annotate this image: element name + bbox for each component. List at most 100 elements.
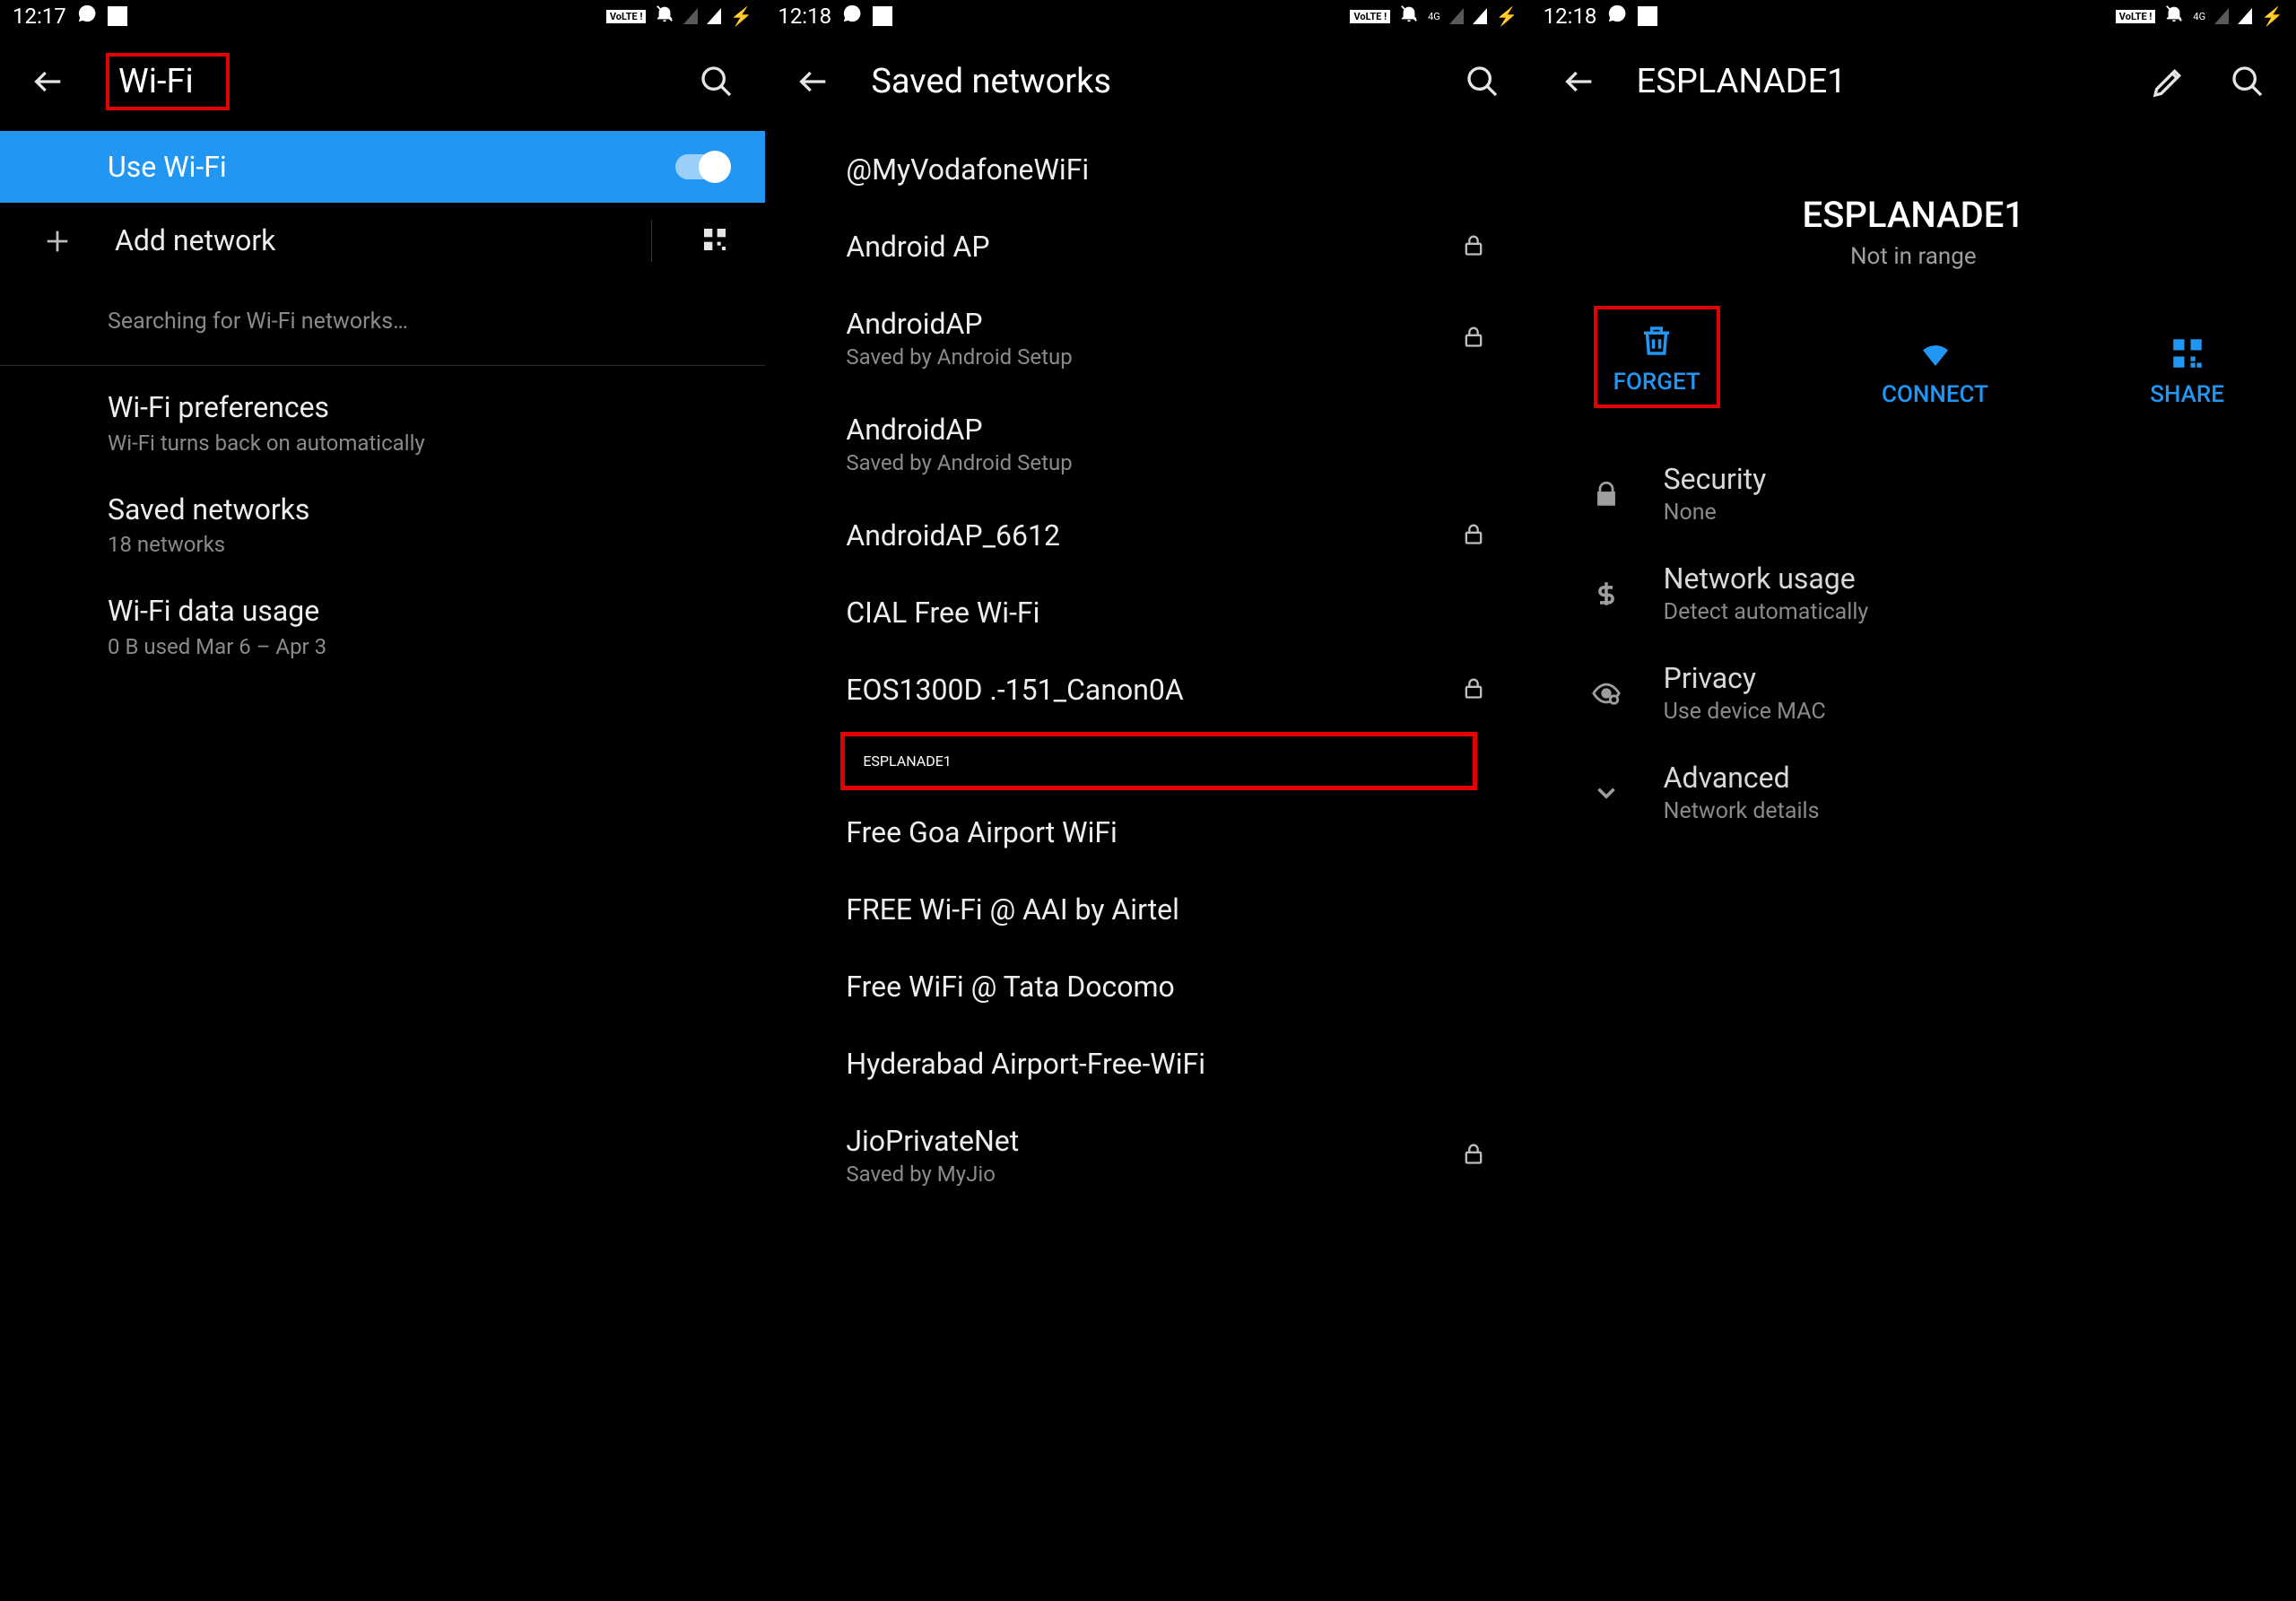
lock-icon [1461, 1141, 1486, 1170]
notification-icon [1638, 6, 1657, 26]
trash-icon [1638, 322, 1675, 360]
volte-badge: VoLTE ! [606, 10, 647, 23]
network-row[interactable]: @MyVodafoneWiFi [765, 131, 1530, 208]
network-name: ESPLANADE1 [863, 753, 1454, 770]
network-sub: Saved by Android Setup [846, 344, 1072, 370]
privacy-label: Privacy [1664, 661, 1826, 695]
privacy-row[interactable]: Privacy Use device MAC [1531, 643, 2296, 743]
app-bar: Wi-Fi [0, 32, 765, 131]
network-name: AndroidAP [846, 307, 1072, 341]
searching-label: Searching for Wi-Fi networks… [108, 309, 729, 335]
share-button[interactable]: SHARE [2150, 335, 2224, 408]
charging-icon: ⚡ [2261, 5, 2283, 27]
data-usage-row[interactable]: Wi-Fi data usage 0 B used Mar 6 – Apr 3 [0, 575, 765, 677]
network-sub: Saved by MyJio [846, 1162, 1019, 1187]
network-row[interactable]: AndroidAP Saved by Android Setup [765, 285, 1530, 391]
network-name: Free WiFi @ Tata Docomo [846, 970, 1174, 1004]
usage-row[interactable]: Network usage Detect automatically [1531, 544, 2296, 643]
forget-label: FORGET [1613, 369, 1700, 396]
qr-icon[interactable] [700, 225, 729, 257]
wifi-toggle[interactable] [675, 154, 729, 179]
network-row[interactable]: AndroidAP Saved by Android Setup [765, 391, 1530, 497]
prefs-secondary: Wi-Fi turns back on automatically [108, 431, 729, 456]
network-row[interactable]: EOS1300D .-151_Canon0A [765, 651, 1530, 728]
network-row-highlight[interactable]: ESPLANADE1 [840, 732, 1476, 790]
advanced-label: Advanced [1664, 761, 1820, 795]
signal-icon [2214, 8, 2229, 24]
page-title: Saved networks [871, 62, 1424, 101]
charging-icon: ⚡ [1496, 5, 1518, 27]
add-network-row[interactable]: Add network [0, 203, 765, 280]
whatsapp-icon [1607, 4, 1627, 29]
plus-icon [36, 226, 79, 257]
saved-primary: Saved networks [108, 492, 729, 529]
network-name: AndroidAP_6612 [846, 518, 1060, 553]
back-icon[interactable] [792, 60, 835, 103]
lock-icon [1461, 324, 1486, 352]
status-bar: 12:18 VoLTE ! 4G ⚡ [765, 0, 1530, 32]
app-bar: ESPLANADE1 [1531, 32, 2296, 131]
page-title: ESPLANADE1 [1637, 62, 2111, 101]
status-bar: 12:18 VoLTE ! 4G ⚡ [1531, 0, 2296, 32]
connect-button[interactable]: CONNECT [1882, 335, 1988, 408]
security-label: Security [1664, 462, 1767, 496]
back-icon[interactable] [1558, 60, 1601, 103]
screen-network-detail: 12:18 VoLTE ! 4G ⚡ ESPLANADE1 ESPLANADE1… [1531, 0, 2296, 1601]
security-row[interactable]: Security None [1531, 444, 2296, 544]
status-bar: 12:17 VoLTE ! ⚡ [0, 0, 765, 32]
network-row[interactable]: Free Goa Airport WiFi [765, 794, 1530, 871]
lock-icon [1585, 479, 1628, 509]
action-row: FORGET CONNECT SHARE [1531, 270, 2296, 444]
whatsapp-icon [77, 4, 97, 29]
network-name: CIAL Free Wi-Fi [846, 596, 1039, 630]
wifi-preferences-row[interactable]: Wi-Fi preferences Wi-Fi turns back on au… [0, 371, 765, 474]
advanced-row[interactable]: Advanced Network details [1531, 743, 2296, 842]
network-row[interactable]: Free WiFi @ Tata Docomo [765, 948, 1530, 1025]
clock: 12:17 [13, 4, 66, 29]
advanced-value: Network details [1664, 798, 1820, 824]
saved-networks-list: @MyVodafoneWiFi Android AP AndroidAP Saved … [765, 131, 1530, 1208]
privacy-value: Use device MAC [1664, 699, 1826, 725]
network-row[interactable]: JioPrivateNetSaved by MyJio [765, 1102, 1530, 1208]
signal-icon [683, 8, 698, 24]
search-icon[interactable] [695, 60, 738, 103]
page-title: Wi-Fi [106, 53, 230, 110]
signal-icon-2 [707, 8, 721, 24]
clock: 12:18 [1544, 4, 1597, 29]
network-label: 4G [2193, 11, 2205, 22]
lock-icon [1461, 232, 1486, 261]
network-row[interactable]: FREE Wi-Fi @ AAI by Airtel [765, 871, 1530, 948]
network-name: Android AP [846, 230, 989, 264]
prefs-primary: Wi-Fi preferences [108, 389, 729, 427]
network-hero: ESPLANADE1 Not in range [1531, 194, 2296, 270]
signal-icon-2 [2238, 8, 2252, 24]
network-row[interactable]: CIAL Free Wi-Fi [765, 574, 1530, 651]
forget-button[interactable]: FORGET [1594, 306, 1720, 408]
divider [0, 365, 765, 366]
use-wifi-row[interactable]: Use Wi-Fi [0, 131, 765, 203]
network-name: AndroidAP [846, 413, 1072, 447]
search-icon[interactable] [1461, 60, 1504, 103]
lock-icon [1461, 521, 1486, 550]
network-name: Free Goa Airport WiFi [846, 815, 1117, 849]
network-sub: Saved by Android Setup [846, 450, 1072, 475]
network-name: @MyVodafoneWiFi [846, 152, 1089, 187]
volte-badge: VoLTE ! [2116, 10, 2156, 23]
qr-icon [2169, 335, 2206, 372]
saved-networks-row[interactable]: Saved networks 18 networks [0, 474, 765, 576]
use-wifi-label: Use Wi-Fi [108, 150, 227, 184]
network-row[interactable]: Android AP [765, 208, 1530, 285]
whatsapp-icon [842, 4, 862, 29]
signal-icon-2 [1473, 8, 1487, 24]
usage-primary: Wi-Fi data usage [108, 593, 729, 631]
network-name: EOS1300D .-151_Canon0A [846, 673, 1183, 707]
add-network-label: Add network [115, 222, 615, 260]
network-row[interactable]: AndroidAP_6612 [765, 497, 1530, 574]
network-row[interactable]: Hyderabad Airport-Free-WiFi [765, 1025, 1530, 1102]
edit-icon[interactable] [2147, 60, 2190, 103]
chevron-down-icon [1585, 778, 1628, 808]
network-label: 4G [1428, 11, 1440, 22]
search-icon[interactable] [2226, 60, 2269, 103]
dnd-icon [1399, 4, 1419, 29]
back-icon[interactable] [27, 60, 70, 103]
